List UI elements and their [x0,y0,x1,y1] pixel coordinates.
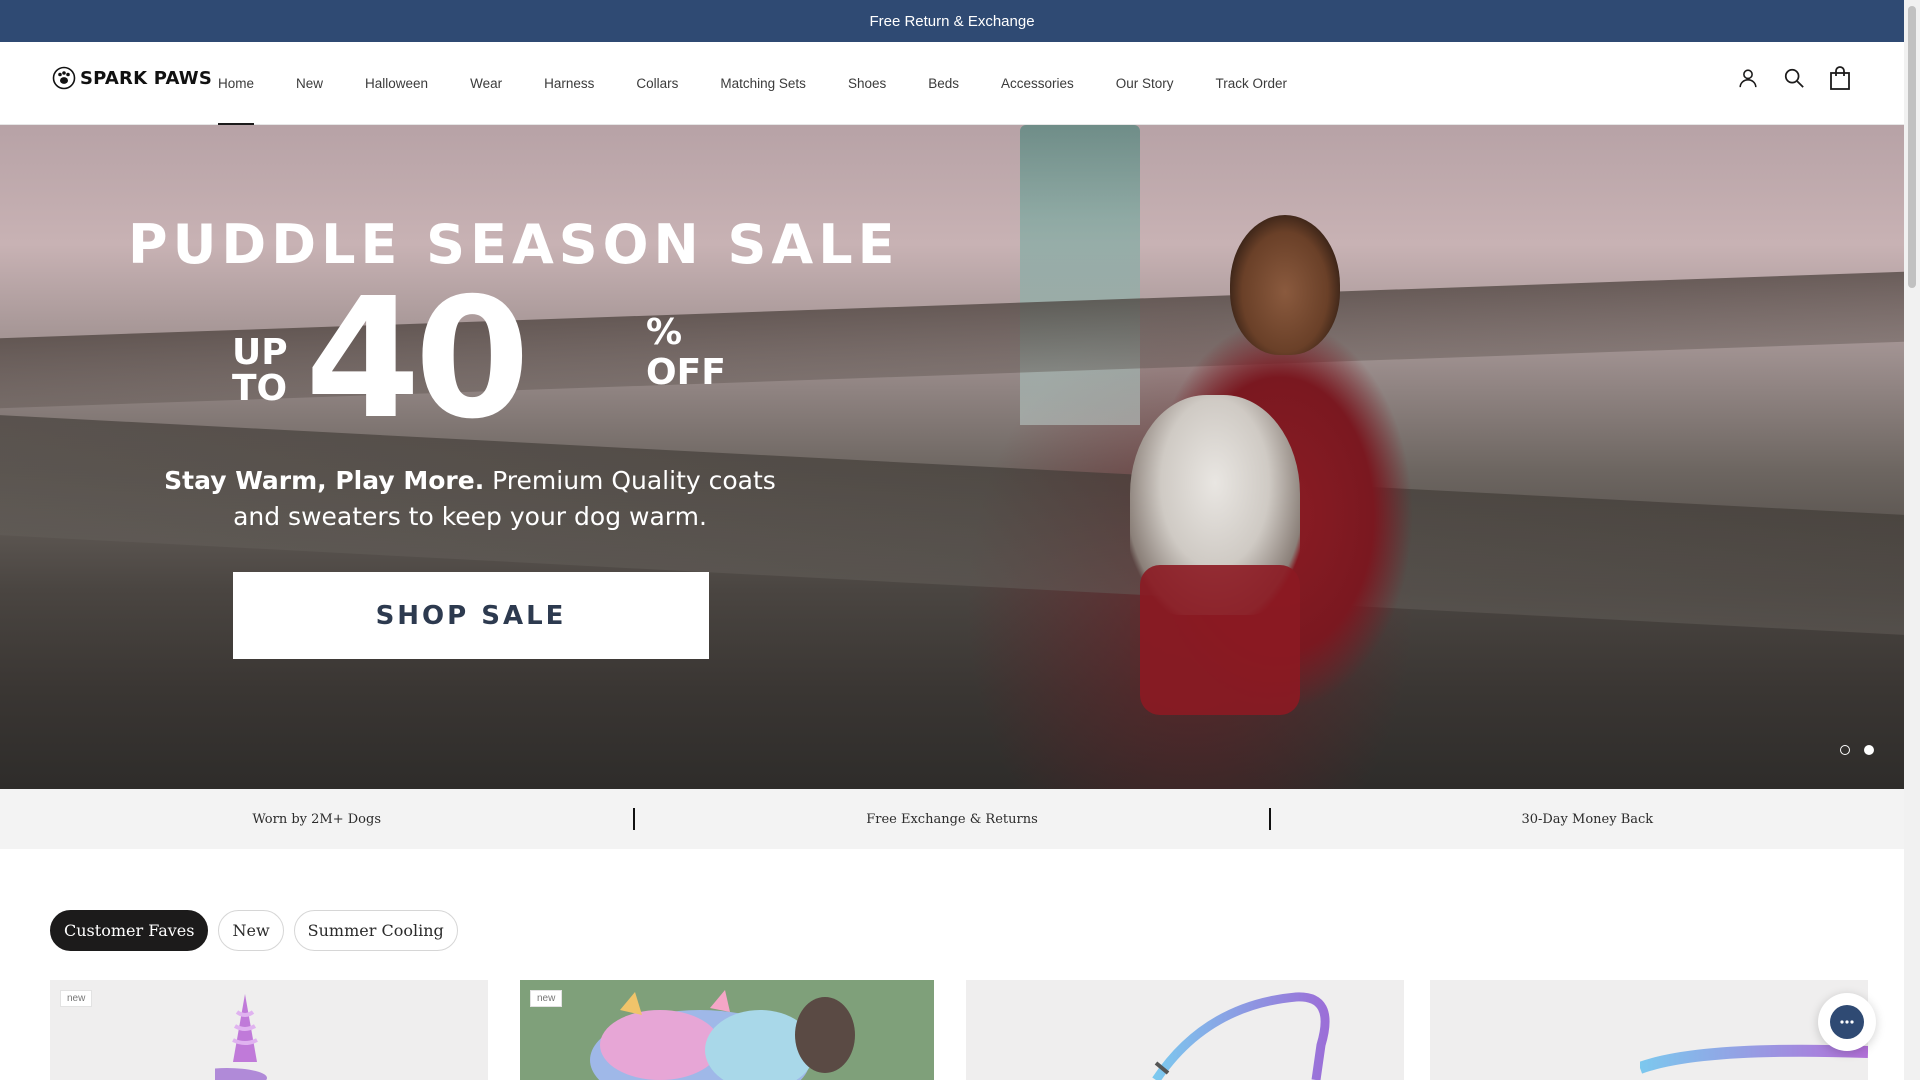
product-badge: new [530,990,563,1007]
hero-banner: PUDDLE SEASON SALE UP TO 40 % OFF Stay W… [0,125,1904,789]
tab-summer-cooling[interactable]: Summer Cooling [293,910,458,951]
product-card[interactable] [1430,980,1868,1080]
nav-item-track-order[interactable]: Track Order [1216,42,1288,125]
slideshow-dots [1840,745,1874,755]
product-grid: new new [50,980,1868,1080]
trust-item-exchange: Free Exchange & Returns [866,811,1038,827]
chat-widget-button[interactable] [1818,993,1876,1051]
logo[interactable]: SPARK PAWS [52,66,212,90]
hero-model-head [1230,215,1340,355]
product-card[interactable]: new [520,980,934,1080]
hero-discount-number: 40 [305,263,530,456]
slide-dot-1[interactable] [1840,745,1850,755]
trust-item-money-back: 30-Day Money Back [1521,811,1654,827]
product-image [1146,985,1346,1080]
product-image [580,990,880,1080]
tab-new[interactable]: New [218,910,284,951]
header-actions [1736,66,1852,90]
chat-bubble-icon [1830,1005,1864,1039]
shop-sale-button[interactable]: SHOP SALE [233,572,709,659]
nav-item-harness[interactable]: Harness [544,42,594,125]
nav-item-collars[interactable]: Collars [636,42,678,125]
nav-item-home[interactable]: Home [218,42,255,125]
hero-up-to: UP TO [232,335,288,407]
logo-text: SPARK PAWS [80,67,212,89]
trust-item-worn-by: Worn by 2M+ Dogs [252,811,381,827]
slide-dot-2[interactable] [1864,745,1874,755]
hero-up-text: UP [232,332,288,373]
hero-percent-off: % OFF [646,313,726,393]
trust-bar: Worn by 2M+ Dogs Free Exchange & Returns… [0,789,1904,849]
nav-item-shoes[interactable]: Shoes [848,42,886,125]
announcement-bar: Free Return & Exchange [0,0,1904,42]
cart-icon[interactable] [1828,66,1852,90]
product-card[interactable]: new [50,980,488,1080]
product-badge: new [60,990,93,1007]
nav-item-our-story[interactable]: Our Story [1116,42,1174,125]
tab-customer-faves[interactable]: Customer Faves [50,910,209,951]
hero-percent-sign: % [646,312,683,353]
account-icon[interactable] [1736,66,1760,90]
nav-item-new[interactable]: New [296,42,323,125]
hero-to-text: TO [232,368,288,409]
main-nav: Home New Halloween Wear Harness Collars … [218,42,1329,125]
nav-item-matching-sets[interactable]: Matching Sets [720,42,806,125]
hero-subtitle-bold: Stay Warm, Play More. [164,466,485,495]
scrollbar-thumb[interactable] [1908,6,1916,288]
nav-item-beds[interactable]: Beds [928,42,959,125]
hero-off-text: OFF [646,352,726,393]
nav-item-accessories[interactable]: Accessories [1001,42,1074,125]
hero-dog-hoodie [1140,565,1300,715]
page-scrollbar[interactable] [1904,0,1920,1080]
nav-item-wear[interactable]: Wear [470,42,502,125]
hero-subtitle: Stay Warm, Play More. Premium Quality co… [150,463,790,535]
search-icon[interactable] [1782,66,1806,90]
product-card[interactable] [966,980,1404,1080]
paw-logo-icon [52,66,76,90]
site-header: SPARK PAWS Home New Halloween Wear Harne… [0,42,1904,125]
nav-item-halloween[interactable]: Halloween [365,42,428,125]
product-image [187,992,275,1080]
collection-tabs: Customer Faves New Summer Cooling [50,910,458,951]
announcement-text: Free Return & Exchange [869,12,1035,30]
